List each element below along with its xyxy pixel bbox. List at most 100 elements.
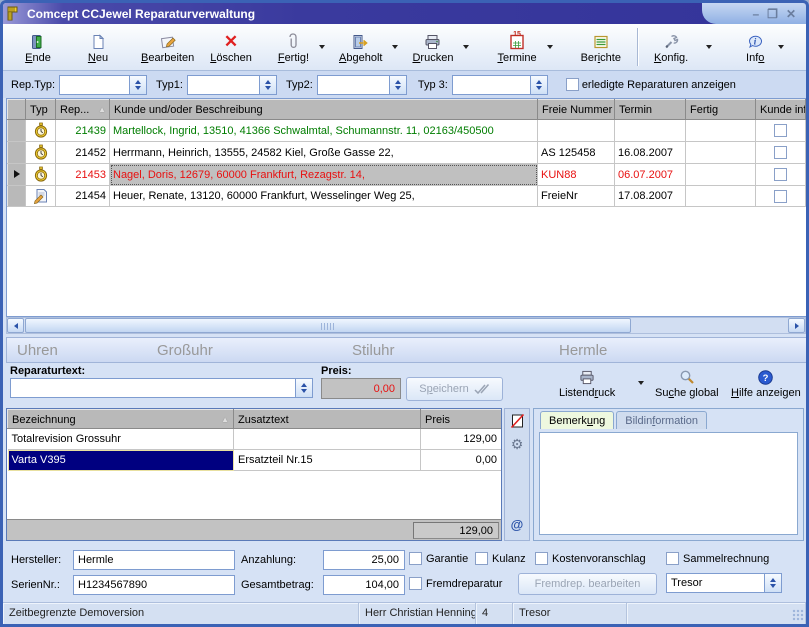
grid-header-freie-nummer[interactable]: Freie Nummer: [538, 100, 615, 120]
minimize-icon[interactable]: –: [752, 8, 759, 20]
termine-dropdown-icon[interactable]: [547, 45, 553, 49]
grid-header-kunde[interactable]: Kunde und/oder Beschreibung: [110, 100, 538, 120]
fertig-button[interactable]: Fertig!: [270, 26, 317, 68]
kostenvoranschlag-checkbox-row[interactable]: Kostenvoranschlag: [535, 552, 646, 565]
tab-bildinformation[interactable]: Bildinformation: [616, 411, 707, 429]
maximize-icon[interactable]: ❒: [767, 8, 778, 20]
kulanz-checkbox[interactable]: [475, 552, 488, 565]
positions-header-bezeichnung[interactable]: ▲Bezeichnung: [8, 410, 234, 429]
loeschen-button[interactable]: ✕ Löschen: [202, 26, 260, 68]
typ1-spin-icon[interactable]: [259, 76, 276, 94]
grid-header-termin[interactable]: Termin: [615, 100, 686, 120]
resize-grip-icon[interactable]: [792, 609, 804, 621]
position-row[interactable]: Totalrevision Grossuhr 129,00: [8, 429, 502, 450]
typ2-combo[interactable]: [317, 75, 407, 95]
anzahlung-field[interactable]: 25,00: [323, 550, 405, 570]
close-icon[interactable]: ✕: [786, 8, 796, 20]
category-grossuhr[interactable]: Großuhr: [157, 342, 213, 359]
tresor-combo[interactable]: Tresor: [666, 573, 782, 593]
typ2-spin-icon[interactable]: [389, 76, 406, 94]
abgeholt-dropdown-icon[interactable]: [392, 45, 398, 49]
grid-header-typ[interactable]: Typ: [26, 100, 56, 120]
kunde-informiert-checkbox[interactable]: [756, 142, 806, 164]
scrollbar-thumb[interactable]: [25, 318, 631, 333]
position-preis: 129,00: [421, 429, 502, 450]
table-row[interactable]: 21452 Herrmann, Heinrich, 13555, 24582 K…: [8, 142, 806, 164]
fremdreparatur-checkbox-row[interactable]: Fremdreparatur: [409, 577, 502, 590]
reparaturtext-spin-icon[interactable]: [295, 379, 312, 397]
positions-header-row: ▲Bezeichnung Zusatztext Preis: [8, 410, 502, 429]
category-hermle[interactable]: Hermle: [559, 342, 607, 359]
show-done-checkbox[interactable]: [566, 78, 579, 91]
table-row[interactable]: 21439 Martellock, Ingrid, 13510, 41366 S…: [8, 120, 806, 142]
notes-tabs: Bemerkung Bildinformation: [534, 409, 803, 429]
kunde-informiert-checkbox[interactable]: [756, 120, 806, 142]
fertig-dropdown-icon[interactable]: [319, 45, 325, 49]
kunde-informiert-checkbox[interactable]: [756, 164, 806, 186]
watch-icon: [26, 142, 56, 164]
status-user: Herr Christian Henning: [359, 603, 476, 624]
typ3-spin-icon[interactable]: [530, 76, 547, 94]
position-row-selected[interactable]: Varta V395 Ersatzteil Nr.15 0,00: [8, 450, 502, 471]
rep-typ-spin-icon[interactable]: [129, 76, 146, 94]
ende-button[interactable]: Ende: [17, 26, 59, 68]
bemerkung-textarea[interactable]: [539, 432, 798, 535]
scroll-left-icon[interactable]: [7, 318, 24, 333]
garantie-label: Garantie: [426, 553, 468, 565]
positions-header-preis[interactable]: Preis: [421, 410, 502, 429]
info-button[interactable]: i Info: [734, 26, 776, 68]
bearbeiten-button[interactable]: Bearbeiten: [133, 26, 202, 68]
grid-hscrollbar[interactable]: [6, 317, 806, 334]
fremdreparatur-checkbox[interactable]: [409, 577, 422, 590]
hilfe-anzeigen-button[interactable]: ? Hilfe anzeigen: [731, 367, 801, 399]
positions-header-zusatztext[interactable]: Zusatztext: [234, 410, 421, 429]
category-uhren[interactable]: Uhren: [17, 342, 58, 359]
speichern-button[interactable]: Speichern: [406, 377, 503, 401]
hersteller-field[interactable]: Hermle: [73, 550, 235, 570]
grid-header-kunde-informiert[interactable]: Kunde informiert: [756, 100, 806, 120]
konfig-dropdown-icon[interactable]: [706, 45, 712, 49]
ende-label: Ende: [25, 52, 51, 64]
termine-button[interactable]: 15 Termine: [489, 26, 544, 68]
typ1-combo[interactable]: [187, 75, 277, 95]
rep-typ-combo[interactable]: [59, 75, 147, 95]
scroll-right-icon[interactable]: [788, 318, 805, 333]
toolbar-separator: [637, 28, 638, 66]
calendar-icon: 15: [509, 30, 525, 50]
sammelrechnung-checkbox[interactable]: [666, 552, 679, 565]
neu-button[interactable]: Neu: [77, 26, 119, 68]
grid-header-fertig[interactable]: Fertig: [686, 100, 756, 120]
drucken-dropdown-icon[interactable]: [463, 45, 469, 49]
tab-bemerkung[interactable]: Bemerkung: [540, 411, 614, 429]
no-edit-icon[interactable]: [510, 413, 525, 429]
report-icon: [593, 30, 609, 50]
garantie-checkbox-row[interactable]: Garantie: [409, 552, 468, 565]
abgeholt-button[interactable]: Abgeholt: [331, 26, 390, 68]
kunde-informiert-checkbox[interactable]: [756, 186, 806, 207]
listendruck-dropdown-icon[interactable]: [638, 381, 644, 385]
suche-global-button[interactable]: Suche global: [655, 367, 719, 399]
drucken-button[interactable]: Drucken: [404, 26, 461, 68]
grid-header-rep[interactable]: ▲Rep...: [56, 100, 110, 120]
category-stiluhr[interactable]: Stiluhr: [352, 342, 395, 359]
konfig-button[interactable]: Konfig.: [646, 26, 696, 68]
berichte-button[interactable]: Berichte: [573, 26, 629, 68]
at-icon[interactable]: @: [511, 517, 524, 532]
reparaturtext-combo[interactable]: [10, 378, 313, 398]
kostenvoranschlag-checkbox[interactable]: [535, 552, 548, 565]
gear-icon[interactable]: ⚙: [511, 437, 524, 453]
garantie-checkbox[interactable]: [409, 552, 422, 565]
info-dropdown-icon[interactable]: [778, 45, 784, 49]
sammelrechnung-checkbox-row[interactable]: Sammelrechnung: [666, 552, 769, 565]
seriennr-field[interactable]: H1234567890: [73, 575, 235, 595]
table-row[interactable]: 21454 Heuer, Renate, 13120, 60000 Frankf…: [8, 186, 806, 207]
fremdrep-bearbeiten-button[interactable]: Fremdrep. bearbeiten: [518, 573, 657, 595]
tresor-spin-icon[interactable]: [764, 574, 781, 592]
listendruck-button[interactable]: Listendruck: [559, 367, 615, 399]
table-row-selected[interactable]: 21453 Nagel, Doris, 12679, 60000 Frankfu…: [8, 164, 806, 186]
kulanz-checkbox-row[interactable]: Kulanz: [475, 552, 526, 565]
position-bezeichnung: Varta V395: [8, 450, 234, 471]
gesamtbetrag-field[interactable]: 104,00: [323, 575, 405, 595]
loeschen-label: Löschen: [210, 52, 252, 64]
typ3-combo[interactable]: [452, 75, 548, 95]
